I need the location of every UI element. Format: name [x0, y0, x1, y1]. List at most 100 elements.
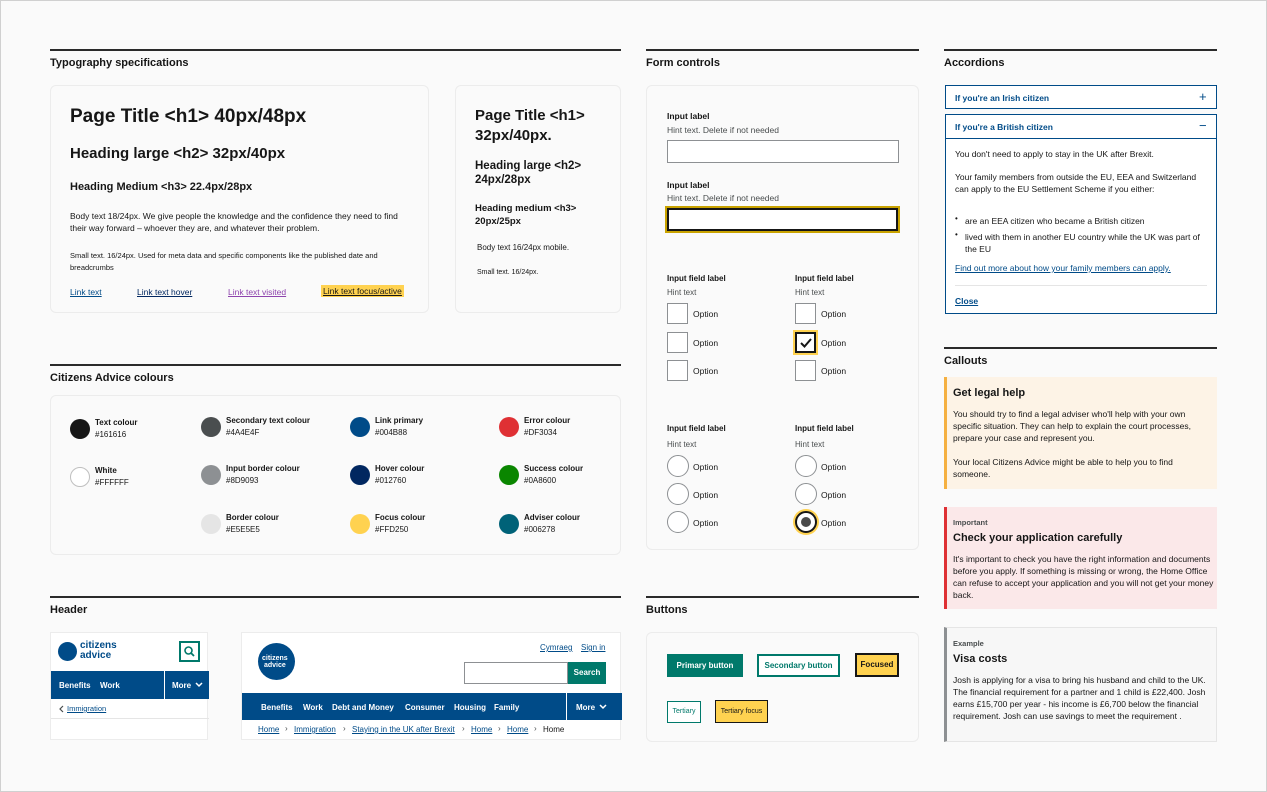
focused-button[interactable]: Focused	[855, 653, 899, 677]
link-default[interactable]: Link text	[70, 287, 102, 297]
callout-title: Get legal help	[953, 387, 1026, 399]
nav-item-debt[interactable]: Debt and Money	[332, 703, 394, 712]
h1-mobile-sample: Page Title <h1> 32px/40px.	[475, 107, 585, 144]
radio-button[interactable]	[795, 483, 817, 505]
nav-item-consumer[interactable]: Consumer	[405, 703, 445, 712]
checkbox[interactable]	[667, 303, 688, 324]
callout-paragraph: It's important to check you have the rig…	[953, 554, 1214, 600]
accordion-paragraph: You don't need to apply to stay in the U…	[955, 149, 1154, 159]
header-search-button[interactable]: Search	[568, 662, 606, 684]
breadcrumb-link[interactable]: Staying in the UK after Brexit	[352, 725, 455, 734]
accordion-open-header[interactable]: If you're a British citizen −	[946, 115, 1216, 139]
h2-sample: Heading large <h2> 32px/40px	[70, 145, 286, 162]
accordion-close-link[interactable]: Close	[955, 296, 978, 306]
checkbox-option-label: Option	[821, 366, 847, 376]
link-focus[interactable]: Link text focus/active	[321, 285, 404, 297]
checkbox[interactable]	[795, 360, 816, 381]
breadcrumb: Home › Immigration › Staying in the UK a…	[242, 720, 622, 740]
swatch-input-border	[201, 465, 221, 485]
back-crumb-link[interactable]: Immigration	[67, 704, 106, 713]
accordion-title: If you're a British citizen	[955, 122, 1053, 132]
primary-button[interactable]: Primary button	[667, 654, 743, 677]
radio-option-label: Option	[821, 462, 847, 472]
radio-button-selected[interactable]	[795, 511, 817, 533]
checkbox-group-label: Input field label	[795, 274, 854, 283]
input-label: Input label	[667, 111, 710, 121]
radio-button[interactable]	[795, 455, 817, 477]
header-mobile: citizens advice Benefits Work More Immig…	[50, 632, 209, 740]
breadcrumb-link[interactable]: Home	[258, 725, 279, 734]
form-controls-card: Input label Hint text. Delete if not nee…	[646, 85, 919, 550]
callout-example: Example Visa costs Josh is applying for …	[944, 627, 1217, 742]
radio-button[interactable]	[667, 511, 689, 533]
nav-more-button[interactable]: More	[576, 703, 595, 712]
search-button[interactable]	[179, 641, 200, 662]
logo-text-line2: advice	[80, 650, 112, 661]
swatch-name: Error colour	[524, 416, 571, 425]
typography-desktop-card: Page Title <h1> 40px/48px Heading large …	[50, 85, 429, 313]
nav-more-button[interactable]: More	[172, 681, 191, 690]
swatch-name: Border colour	[226, 513, 279, 522]
radio-button[interactable]	[667, 483, 689, 505]
header-search-input[interactable]	[464, 662, 568, 684]
checkbox[interactable]	[667, 360, 688, 381]
logo-bubble: citizens advice	[258, 643, 295, 680]
section-rule	[944, 347, 1217, 349]
link-visited[interactable]: Link text visited	[228, 287, 286, 297]
swatch-hex: #0A8600	[524, 476, 557, 485]
accordion-closed[interactable]: If you're an Irish citizen +	[945, 85, 1217, 109]
text-input[interactable]	[667, 140, 899, 163]
chevron-right-icon: ›	[285, 724, 288, 733]
secondary-button[interactable]: Secondary button	[757, 654, 840, 677]
radio-group-hint: Hint text	[667, 440, 697, 449]
breadcrumb-link[interactable]: Home	[507, 725, 528, 734]
section-title-form-controls: Form controls	[646, 57, 720, 69]
tertiary-focus-button[interactable]: Tertiary focus	[715, 700, 768, 723]
breadcrumb-link[interactable]: Immigration	[294, 725, 336, 734]
chevron-down-icon	[195, 682, 203, 688]
section-title-buttons: Buttons	[646, 604, 688, 616]
checkbox-checked[interactable]	[793, 330, 818, 355]
accordion-bullet: are an EEA citizen who became a British …	[965, 216, 1145, 226]
nav-divider	[566, 693, 567, 720]
swatch-link-primary	[350, 417, 370, 437]
text-input-focused[interactable]	[665, 206, 900, 233]
nav-item-work[interactable]: Work	[100, 681, 120, 690]
checkbox-group-label: Input field label	[667, 274, 726, 283]
breadcrumb-link[interactable]: Home	[471, 725, 492, 734]
callout-tag: Important	[953, 518, 988, 527]
swatch-text-colour	[70, 419, 90, 439]
swatch-name: Hover colour	[375, 464, 425, 473]
typography-mobile-card: Page Title <h1> 32px/40px. Heading large…	[455, 85, 621, 313]
section-title-callouts: Callouts	[944, 355, 988, 367]
swatch-name: Text colour	[95, 418, 138, 427]
logo-bubble-icon	[58, 642, 77, 661]
nav-item-benefits[interactable]: Benefits	[261, 703, 293, 712]
chevron-right-icon: ›	[534, 724, 537, 733]
checkbox-option-label: Option	[693, 309, 719, 319]
nav-item-housing[interactable]: Housing	[454, 703, 486, 712]
radio-button[interactable]	[667, 455, 689, 477]
section-rule	[646, 49, 919, 51]
checkbox-group-hint: Hint text	[795, 288, 825, 297]
link-hover[interactable]: Link text hover	[137, 287, 192, 297]
nav-item-benefits[interactable]: Benefits	[59, 681, 91, 690]
tertiary-button[interactable]: Tertiary	[667, 701, 701, 723]
buttons-card: Primary button Secondary button Focused …	[646, 632, 919, 742]
swatch-hex: #FFFFFF	[95, 478, 129, 487]
nav-item-work[interactable]: Work	[303, 703, 323, 712]
callout-paragraph: You should try to find a legal adviser w…	[953, 409, 1191, 443]
accordion-link[interactable]: Find out more about how your family memb…	[955, 263, 1171, 273]
swatch-error	[499, 417, 519, 437]
accordion-title: If you're an Irish citizen	[955, 93, 1050, 103]
checkbox[interactable]	[667, 332, 688, 353]
swatch-name: Secondary text colour	[226, 416, 311, 425]
cymraeg-link[interactable]: Cymraeg	[540, 643, 572, 652]
h1-sample: Page Title <h1> 40px/48px	[70, 106, 307, 127]
sign-in-link[interactable]: Sign in	[581, 643, 605, 652]
swatch-hex: #004B88	[375, 428, 408, 437]
nav-item-family[interactable]: Family	[494, 703, 519, 712]
swatch-hex: #DF3034	[524, 428, 557, 437]
checkbox[interactable]	[795, 303, 816, 324]
swatch-name: Adviser colour	[524, 513, 581, 522]
